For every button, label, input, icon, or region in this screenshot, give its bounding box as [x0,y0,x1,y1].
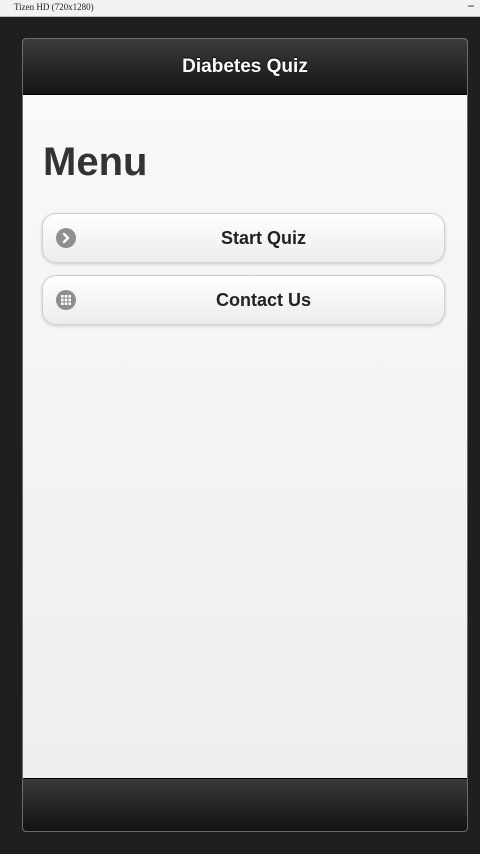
window-title: Tizen HD (720x1280) [14,2,94,12]
app-screen: Diabetes Quiz Menu Start Quiz Contact Us [22,38,468,832]
arrow-right-circle-icon [56,228,76,248]
contact-us-label: Contact Us [215,290,311,310]
start-quiz-button[interactable]: Start Quiz [42,213,445,263]
start-quiz-label: Start Quiz [220,228,306,248]
app-title: Diabetes Quiz [182,55,308,77]
contact-us-button[interactable]: Contact Us [42,275,445,325]
minimize-button[interactable]: − [466,0,476,13]
app-header: Diabetes Quiz [23,39,467,95]
grid-icon [56,290,76,310]
window-titlebar: Tizen HD (720x1280) − [0,0,480,17]
main-content: Menu Start Quiz Contact Us [23,95,467,778]
menu-heading: Menu [43,140,148,184]
app-footer [23,778,467,831]
